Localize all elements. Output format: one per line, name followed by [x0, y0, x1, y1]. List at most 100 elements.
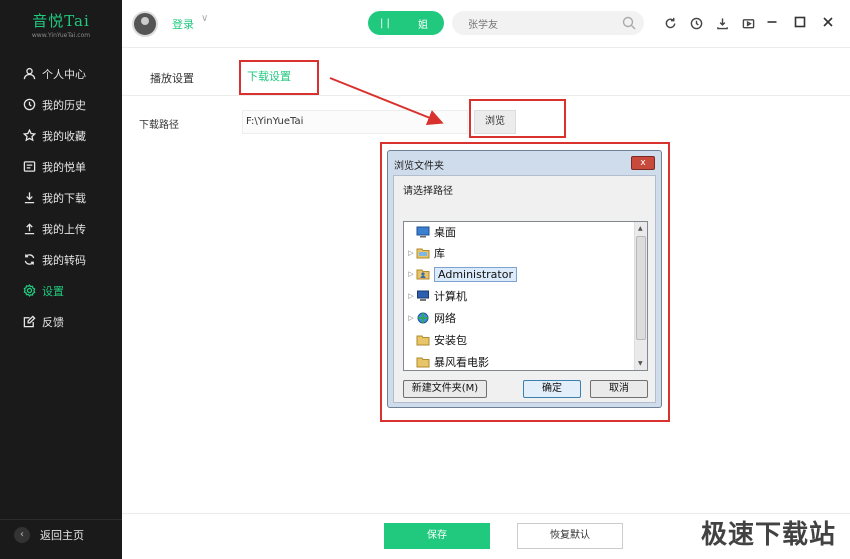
- back-home-label: 返回主页: [40, 528, 84, 542]
- chevron-down-icon[interactable]: ∨: [201, 13, 208, 24]
- sidebar-item-label: 我的下载: [42, 191, 86, 205]
- window-controls: [764, 14, 836, 30]
- sidebar-item-playlists[interactable]: 我的悦单: [0, 151, 122, 182]
- library-icon: [416, 247, 430, 259]
- star-icon: [22, 129, 36, 143]
- watermark: 极速下载站: [700, 520, 836, 550]
- annotation-box-browse: [469, 99, 566, 138]
- tree-expander: ▷: [408, 249, 414, 257]
- download-path-label: 下载路径: [139, 120, 179, 131]
- top-bar: 登录 ∨ | | 姐: [122, 0, 850, 48]
- tree-item-selected[interactable]: ▷ Administrator: [406, 264, 517, 284]
- feedback-icon: [22, 315, 36, 329]
- mode-toggle[interactable]: | | 姐: [368, 11, 444, 35]
- sidebar-item-label: 我的历史: [42, 98, 86, 112]
- clock-icon: [22, 98, 36, 112]
- restore-defaults-button[interactable]: 恢复默认: [517, 523, 623, 549]
- dialog-body: 请选择路径 桌面 ▷ 库 ▷ Administrator ▷ 计算机 ▷ 网络 …: [393, 175, 656, 403]
- ok-button[interactable]: 确定: [523, 380, 581, 398]
- browse-folder-dialog: 浏览文件夹 x 请选择路径 桌面 ▷ 库 ▷ Administrator ▷ 计…: [387, 150, 662, 408]
- tree-scrollbar[interactable]: ▲ ▼: [634, 222, 647, 370]
- new-folder-button[interactable]: 新建文件夹(M): [403, 380, 487, 398]
- back-home-button[interactable]: ‹ 返回主页: [0, 519, 122, 549]
- dialog-title: 浏览文件夹: [394, 161, 444, 172]
- history-icon[interactable]: [688, 15, 704, 31]
- close-icon[interactable]: [820, 14, 836, 30]
- chevron-left-icon: ‹: [14, 526, 30, 543]
- dialog-prompt: 请选择路径: [403, 186, 453, 197]
- tree-item-label: 计算机: [434, 290, 467, 303]
- tree-item-label: 暴风看电影: [434, 356, 489, 369]
- tab-play-settings[interactable]: 播放设置: [150, 70, 194, 86]
- sidebar-item-downloads[interactable]: 我的下载: [0, 182, 122, 213]
- maximize-icon[interactable]: [792, 14, 808, 30]
- sidebar-item-label: 我的收藏: [42, 129, 86, 143]
- search-input[interactable]: [452, 11, 612, 35]
- upload-icon: [22, 222, 36, 236]
- cancel-button[interactable]: 取消: [590, 380, 648, 398]
- sidebar-item-label: 我的转码: [42, 253, 86, 267]
- user-icon: [22, 67, 36, 81]
- desktop-icon: [416, 226, 430, 238]
- folder-icon: [416, 356, 430, 368]
- convert-icon: [22, 253, 36, 267]
- sidebar-item-label: 个人中心: [42, 67, 86, 81]
- dialog-close-button[interactable]: x: [631, 156, 655, 170]
- sidebar-item-favorites[interactable]: 我的收藏: [0, 120, 122, 151]
- tree-item-label: 网络: [434, 312, 456, 325]
- annotation-box-tab: [239, 60, 319, 95]
- scroll-down-icon[interactable]: ▼: [638, 360, 643, 367]
- avatar[interactable]: [132, 11, 158, 37]
- download-manager-icon[interactable]: [714, 15, 730, 31]
- search-icon[interactable]: [622, 16, 636, 30]
- sidebar-item-settings[interactable]: 设置: [0, 275, 122, 306]
- tree-item[interactable]: ▷ 库: [406, 243, 445, 263]
- logo-url: www.YinYueTai.com: [31, 31, 91, 39]
- sidebar-item-uploads[interactable]: 我的上传: [0, 213, 122, 244]
- toggle-left-label: | |: [380, 17, 390, 29]
- download-icon: [22, 191, 36, 205]
- search-box: [452, 11, 644, 35]
- sidebar-item-profile[interactable]: 个人中心: [0, 58, 122, 89]
- settings-tabs: 播放设置 下载设置: [122, 48, 850, 96]
- folder-icon: [416, 334, 430, 346]
- tree-item-label: 安装包: [434, 334, 467, 347]
- gear-icon: [22, 284, 36, 298]
- toggle-right-label: 姐: [418, 19, 428, 31]
- tree-item[interactable]: ▷ 计算机: [406, 286, 467, 306]
- tv-icon[interactable]: [740, 15, 756, 31]
- sidebar-item-label: 反馈: [42, 315, 64, 329]
- network-icon: [416, 312, 430, 324]
- scrollbar-thumb[interactable]: [636, 236, 646, 340]
- toolbar-icons: [662, 15, 756, 31]
- login-link[interactable]: 登录: [172, 16, 194, 32]
- tree-item[interactable]: 安装包: [406, 330, 467, 350]
- tree-item[interactable]: 桌面: [406, 222, 456, 242]
- tree-expander: ▷: [408, 292, 414, 300]
- logo-text: 音悦Tai: [32, 11, 90, 30]
- tree-item[interactable]: ▷ 网络: [406, 308, 456, 328]
- tree-expander: ▷: [408, 314, 414, 322]
- tree-item-label: 库: [434, 247, 445, 260]
- sidebar-nav: 个人中心 我的历史 我的收藏 我的悦单 我的下载 我的上传 我的转码 设置 反馈: [0, 58, 122, 337]
- minimize-icon[interactable]: [764, 14, 780, 30]
- refresh-icon[interactable]: [662, 15, 678, 31]
- tree-expander: ▷: [408, 270, 414, 278]
- sidebar-item-history[interactable]: 我的历史: [0, 89, 122, 120]
- folder-tree[interactable]: 桌面 ▷ 库 ▷ Administrator ▷ 计算机 ▷ 网络 安装包 暴风…: [403, 221, 648, 371]
- sidebar-item-feedback[interactable]: 反馈: [0, 306, 122, 337]
- save-button[interactable]: 保存: [384, 523, 490, 549]
- playlist-icon: [22, 160, 36, 174]
- sidebar-item-label: 设置: [42, 284, 64, 298]
- annotation-arrow: [329, 77, 444, 125]
- tree-item-label: 桌面: [434, 226, 456, 239]
- sidebar-item-label: 我的悦单: [42, 160, 86, 174]
- sidebar-item-label: 我的上传: [42, 222, 86, 236]
- tree-item-label: Administrator: [434, 266, 517, 282]
- app-logo[interactable]: 音悦Tai www.YinYueTai.com: [0, 0, 122, 48]
- computer-icon: [416, 290, 430, 302]
- scroll-up-icon[interactable]: ▲: [638, 225, 643, 232]
- sidebar-item-transcode[interactable]: 我的转码: [0, 244, 122, 275]
- tree-item[interactable]: 暴风看电影: [406, 352, 489, 370]
- sidebar: 音悦Tai www.YinYueTai.com 个人中心 我的历史 我的收藏 我…: [0, 0, 122, 559]
